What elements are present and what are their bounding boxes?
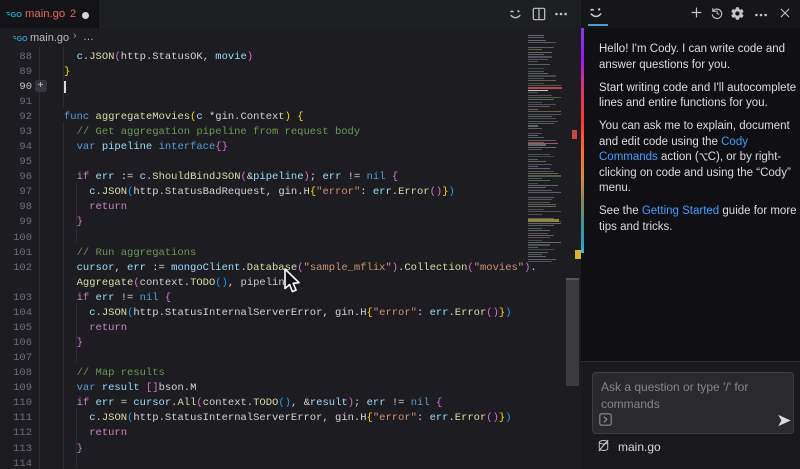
svg-text:GO: GO xyxy=(17,36,28,42)
svg-text:GO: GO xyxy=(11,10,23,18)
